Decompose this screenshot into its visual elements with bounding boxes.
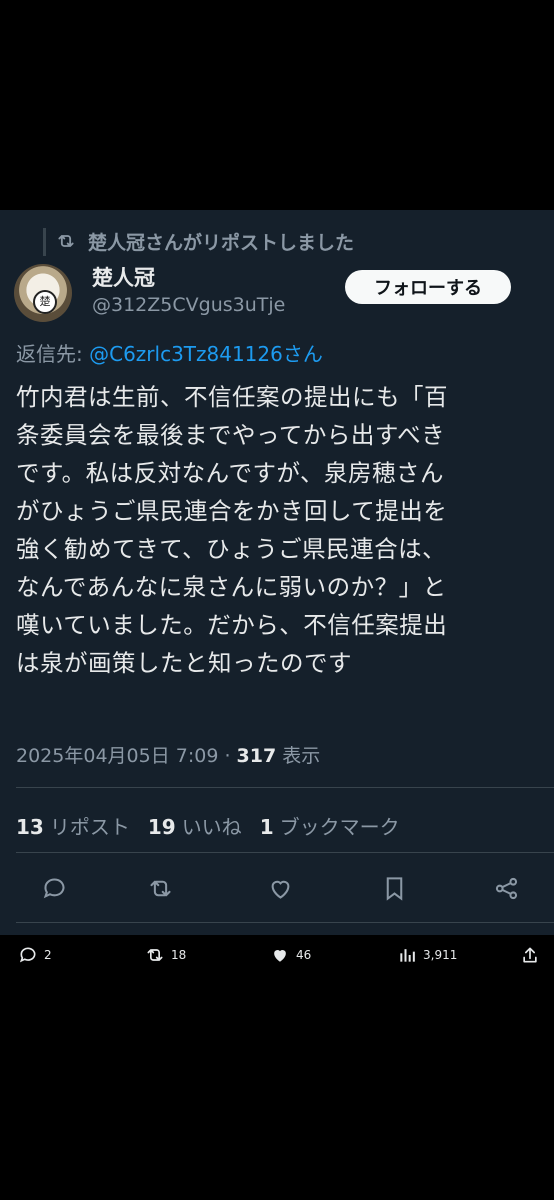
bottom-share-button[interactable] — [520, 943, 546, 967]
upload-icon — [523, 947, 537, 963]
reposts-count: 13 — [16, 815, 44, 839]
reply-to-mention[interactable]: @C6zrlc3Tz841126さん — [89, 342, 323, 366]
tweet-line: がひょうご県民連合をかき回して提出を — [16, 497, 448, 525]
bookmarks-stat[interactable]: 1 ブックマーク — [260, 811, 400, 840]
bookmark-button[interactable] — [374, 868, 414, 908]
tweet-line: 強く勧めてきて、ひょうご県民連合は、 — [16, 535, 447, 563]
author-name[interactable]: 楚人冠 — [92, 262, 155, 292]
tweet-line: 条委員会を最後までやってから出すべき — [16, 421, 446, 449]
views-icon — [400, 949, 415, 962]
tweet-line: なんであんなに泉さんに弱いのか？」と — [16, 573, 447, 601]
views-label: 表示 — [276, 745, 321, 767]
tweet-card: 楚人冠さんがリポストしました 楚 楚人冠 @312Z5CVgus3uTje フォ… — [0, 210, 554, 935]
bookmarks-label: ブックマーク — [279, 815, 400, 839]
bookmark-icon — [386, 876, 402, 901]
bookmarks-count: 1 — [259, 815, 274, 839]
reposts-stat[interactable]: 13 リポスト — [16, 811, 130, 840]
thread-line — [43, 228, 46, 256]
bottom-repost-count: 18 — [171, 948, 187, 962]
tweet-datetime[interactable]: 2025年04月05日 7:09 · — [16, 745, 237, 767]
reply-icon — [43, 878, 64, 898]
avatar-glyph: 楚 — [33, 290, 57, 314]
divider — [16, 922, 554, 923]
follow-button[interactable]: フォローする — [345, 270, 511, 304]
avatar[interactable]: 楚 — [14, 264, 72, 322]
share-button[interactable] — [486, 868, 526, 908]
share-icon — [495, 877, 517, 899]
reply-to: 返信先: @C6zrlc3Tz841126さん — [16, 338, 323, 367]
bottom-views-count: 3,911 — [423, 948, 458, 962]
repost-icon — [147, 949, 163, 961]
action-bar — [0, 868, 554, 908]
reposts-label: リポスト — [49, 815, 130, 839]
likes-label: いいね — [181, 815, 242, 839]
bottom-like-button[interactable]: 46 — [270, 943, 311, 967]
repost-button[interactable] — [140, 868, 180, 908]
repost-icon — [58, 235, 74, 247]
engagement-stats: 13 リポスト 19 いいね 1 ブックマーク — [16, 811, 400, 840]
likes-stat[interactable]: 19 いいね — [148, 811, 242, 840]
bottom-reply-count: 2 — [44, 948, 52, 962]
repost-banner-text: 楚人冠さんがリポストしました — [88, 231, 355, 254]
like-icon — [274, 950, 286, 962]
views-count: 317 — [236, 745, 277, 767]
likes-count: 19 — [147, 815, 176, 839]
tweet-line: 竹内君は生前、不信任案の提出にも「百 — [16, 383, 448, 411]
bottom-views-button[interactable]: 3,911 — [397, 943, 457, 967]
tweet-text: 竹内君は生前、不信任案の提出にも「百 条委員会を最後までやってから出すべき です… — [16, 378, 536, 682]
divider — [16, 852, 554, 853]
bottom-like-count: 46 — [296, 948, 312, 962]
repost-icon — [149, 880, 171, 896]
tweet-line: 嘆いていました。だから、不信任案提出 — [16, 611, 448, 639]
like-button[interactable] — [260, 868, 300, 908]
bottom-repost-button[interactable]: 18 — [145, 943, 186, 967]
repost-banner[interactable]: 楚人冠さんがリポストしました — [56, 228, 354, 254]
like-icon — [271, 880, 289, 899]
author-handle[interactable]: @312Z5CVgus3uTje — [92, 294, 285, 316]
reply-icon — [19, 947, 36, 963]
reply-to-prefix: 返信先: — [16, 342, 90, 366]
tweet-line: は泉が画策したと知ったのです — [16, 649, 352, 677]
bottom-engagement-bar: 2 18 46 3,911 — [0, 935, 554, 975]
reply-button[interactable] — [34, 868, 74, 908]
tweet-line: です。私は反対なんですが、泉房穂さん — [16, 459, 445, 487]
tweet-meta: 2025年04月05日 7:09 · 317 表示 — [16, 741, 320, 768]
divider — [16, 787, 554, 788]
bottom-reply-button[interactable]: 2 — [18, 943, 52, 967]
